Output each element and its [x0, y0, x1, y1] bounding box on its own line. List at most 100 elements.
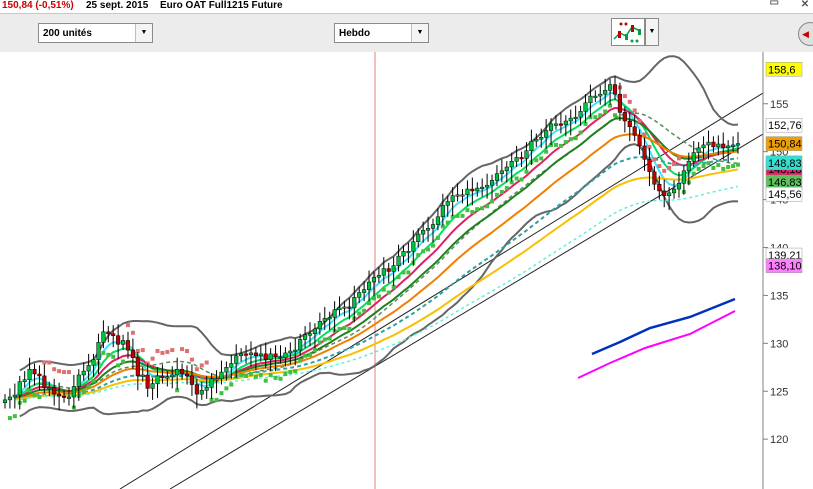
sar-dot: [711, 165, 716, 170]
candlestick-chart-icon[interactable]: [611, 18, 645, 46]
candle-body: [558, 123, 563, 126]
candle-body: [322, 318, 327, 322]
sar-dot: [140, 348, 145, 353]
candle-body: [617, 93, 622, 113]
candle-body: [435, 216, 440, 225]
minimize-icon[interactable]: ▭: [770, 0, 779, 9]
candle-body: [549, 123, 554, 131]
sar-dot: [170, 348, 175, 353]
candle-body: [662, 190, 667, 196]
candle-body: [726, 145, 731, 149]
sar-dot: [642, 132, 647, 137]
period-select-value: Hebdo: [339, 28, 371, 39]
candle-body: [86, 365, 91, 372]
sar-dot: [460, 213, 465, 218]
period-select[interactable]: Hebdo ▼: [334, 23, 429, 43]
sar-dot: [288, 370, 293, 375]
candle-body: [637, 135, 642, 147]
candle-body: [391, 265, 396, 272]
candle-body: [539, 137, 544, 140]
sar-dot: [731, 164, 736, 169]
sar-dot: [342, 326, 347, 330]
units-select-value: 200 unités: [43, 28, 92, 39]
candle-body: [165, 376, 170, 379]
candle-body: [603, 90, 608, 95]
sar-dot: [568, 137, 573, 142]
candle-body: [440, 205, 445, 218]
candle-body: [681, 170, 686, 184]
candle-body: [671, 188, 677, 194]
candle-body: [485, 184, 490, 188]
candle-body: [421, 230, 426, 235]
candle-body: [273, 353, 278, 357]
y-tick-label: 120: [770, 434, 788, 446]
chevron-down-icon[interactable]: ▼: [135, 24, 152, 42]
candle-body: [307, 333, 313, 336]
candle-body: [406, 251, 411, 254]
sar-dot: [27, 388, 32, 393]
candle-body: [583, 102, 588, 112]
sar-dot: [524, 169, 529, 174]
price-chart[interactable]: 120125130135140145150155 158,6152,76150,…: [0, 52, 813, 489]
candle-body: [652, 171, 657, 185]
candle-body: [691, 152, 696, 162]
candle-body: [22, 379, 27, 382]
sar-dot: [613, 113, 618, 118]
candle-body: [676, 183, 682, 190]
sar-dot: [504, 186, 509, 191]
chevron-down-icon[interactable]: ▼: [411, 24, 428, 42]
navigate-icon[interactable]: ◀: [798, 22, 813, 46]
candle-body: [268, 353, 273, 360]
sar-dot: [716, 163, 721, 168]
sar-dot: [485, 204, 490, 209]
sar-dot: [435, 235, 440, 240]
sar-dot: [116, 363, 121, 368]
sar-dot: [421, 249, 426, 254]
candle-body: [47, 387, 52, 390]
candle-body: [175, 368, 180, 376]
sar-dot: [214, 397, 219, 402]
close-icon[interactable]: ✕: [799, 0, 811, 11]
sar-dot: [455, 213, 460, 218]
candle-body: [622, 112, 627, 122]
sar-dot: [603, 109, 608, 114]
candle-body: [632, 126, 637, 136]
candle-body: [194, 384, 199, 395]
sar-dot: [406, 270, 411, 275]
chart-type-dropdown[interactable]: ▼: [645, 18, 659, 46]
candle-body: [701, 144, 706, 149]
sar-dot: [367, 301, 372, 306]
sar-dot: [396, 275, 401, 280]
candle-body: [696, 147, 701, 153]
candle-body: [465, 188, 470, 196]
sar-dot: [691, 171, 696, 176]
candle-body: [27, 368, 32, 381]
candle-body: [155, 375, 160, 384]
candle-body: [475, 187, 480, 192]
candle-body: [711, 141, 716, 148]
candle-body: [357, 292, 362, 298]
candle-body: [327, 317, 332, 320]
candle-body: [96, 342, 101, 360]
units-select[interactable]: 200 unités ▼: [38, 23, 153, 43]
candle-body: [293, 349, 298, 352]
candle-body: [612, 84, 618, 95]
quote-date: 25 sept. 2015: [86, 0, 149, 11]
sar-dot: [298, 358, 303, 363]
candle-body: [642, 145, 647, 160]
candle-body: [135, 357, 140, 377]
candle-body: [735, 143, 741, 146]
sar-dot: [327, 336, 332, 341]
sar-dot: [662, 168, 667, 173]
sar-dot: [622, 94, 627, 99]
candle-body: [263, 353, 268, 360]
sar-dot: [32, 393, 37, 398]
sar-dot: [696, 166, 701, 171]
candle-body: [544, 130, 549, 138]
sar-dot: [52, 367, 57, 372]
sar-dot: [376, 294, 381, 299]
candle-body: [214, 378, 219, 381]
sar-dot: [706, 161, 711, 166]
candle-body: [553, 123, 559, 126]
last-price: 150,84 (-0,51%): [2, 0, 74, 11]
